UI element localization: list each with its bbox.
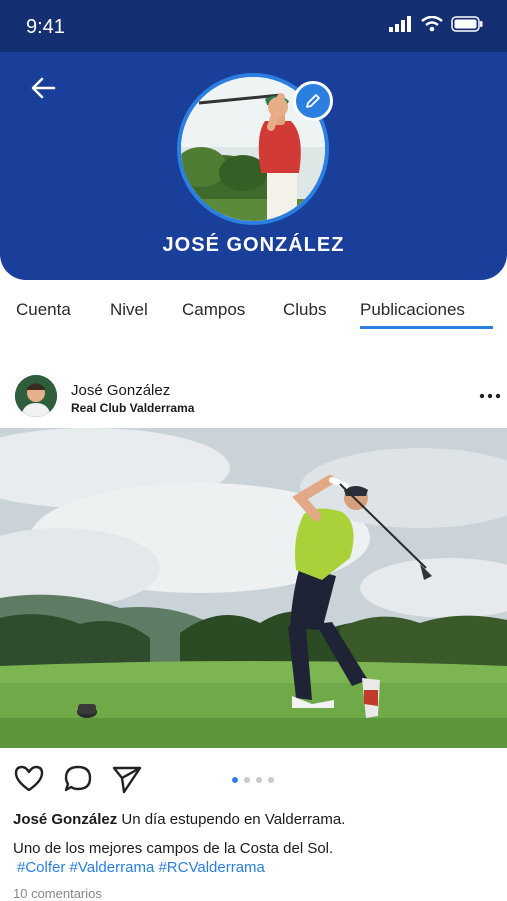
tab-nivel[interactable]: Nivel — [110, 300, 148, 320]
active-tab-indicator — [360, 326, 493, 329]
status-icons — [389, 16, 483, 32]
edit-profile-button[interactable] — [293, 81, 333, 121]
post-author-name[interactable]: José González — [71, 382, 170, 399]
status-time: 9:41 — [26, 16, 65, 38]
paper-plane-icon[interactable] — [110, 762, 144, 796]
post-caption: José González Un día estupendo en Valder… — [13, 811, 345, 828]
tab-publicaciones[interactable]: Publicaciones — [360, 300, 465, 320]
more-options-icon[interactable] — [478, 386, 502, 406]
heart-icon[interactable] — [12, 762, 46, 796]
post-hashtags[interactable]: #Colfer #Valderrama #RCValderrama — [17, 859, 265, 876]
post-author-avatar[interactable] — [15, 375, 57, 417]
wifi-icon — [421, 16, 443, 32]
carousel-dot[interactable] — [256, 777, 262, 783]
comments-link[interactable]: 10 comentarios — [13, 886, 102, 901]
caption-author[interactable]: José González — [13, 811, 117, 828]
speech-bubble-icon[interactable] — [61, 762, 95, 796]
carousel-dot[interactable] — [244, 777, 250, 783]
signal-icon — [389, 16, 411, 32]
profile-tabs: Cuenta Nivel Campos Clubs Publicaciones — [0, 300, 507, 336]
status-bar: 9:41 — [0, 0, 507, 52]
profile-name: JOSÉ GONZÁLEZ — [162, 234, 345, 256]
golfer-swing-image — [0, 428, 507, 748]
carousel-indicator — [232, 777, 274, 783]
carousel-dot[interactable] — [232, 777, 238, 783]
tab-cuenta[interactable]: Cuenta — [16, 300, 71, 320]
caption-line-2: Uno de los mejores campos de la Costa de… — [13, 840, 334, 857]
carousel-dot[interactable] — [268, 777, 274, 783]
tab-clubs[interactable]: Clubs — [283, 300, 326, 320]
post-photo[interactable] — [0, 428, 507, 748]
tab-campos[interactable]: Campos — [182, 300, 245, 320]
post-author-photo — [15, 375, 57, 417]
pencil-icon — [306, 94, 320, 108]
battery-icon — [451, 16, 483, 32]
caption-text: Un día estupendo en Valderrama. — [117, 811, 346, 828]
back-arrow-icon[interactable] — [28, 74, 60, 102]
post-author-club: Real Club Valderrama — [71, 401, 195, 415]
